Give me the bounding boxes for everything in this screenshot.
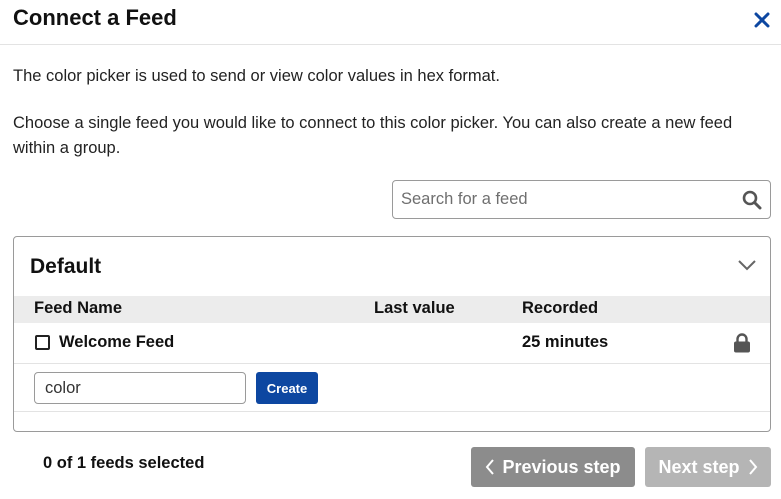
feed-recorded: 25 minutes: [522, 333, 609, 351]
column-last-value: Last value: [374, 299, 455, 317]
dialog-title: Connect a Feed: [13, 5, 177, 30]
search-icon[interactable]: [742, 190, 762, 210]
close-icon: [754, 12, 770, 28]
feed-group-panel: Default Feed Name Last value Recorded We…: [13, 236, 771, 432]
next-step-button[interactable]: Next step: [645, 447, 771, 487]
column-recorded: Recorded: [522, 299, 599, 317]
column-feed-name: Feed Name: [34, 299, 123, 317]
table-header: Feed Name Last value Recorded: [14, 296, 770, 323]
dialog-header: Connect a Feed: [0, 0, 781, 45]
next-step-label: Next step: [658, 456, 740, 477]
feed-checkbox[interactable]: [35, 335, 50, 350]
chevron-down-icon[interactable]: [736, 257, 758, 273]
close-button[interactable]: [748, 6, 776, 34]
new-feed-name-input[interactable]: [34, 372, 246, 404]
description-text: The color picker is used to send or view…: [13, 67, 500, 85]
table-row[interactable]: Welcome Feed 25 minutes: [14, 323, 770, 364]
previous-step-button[interactable]: Previous step: [471, 447, 635, 487]
search-box: [392, 180, 771, 219]
feed-name: Welcome Feed: [59, 333, 175, 351]
create-button[interactable]: Create: [256, 372, 318, 404]
selected-count: 0 of 1 feeds selected: [43, 454, 205, 472]
previous-step-label: Previous step: [502, 456, 621, 477]
group-title: Default: [30, 255, 102, 278]
lock-icon: [734, 333, 750, 353]
create-feed-row: Create: [14, 364, 770, 412]
instruction-text: Choose a single feed you would like to c…: [13, 114, 733, 157]
search-input[interactable]: [393, 181, 733, 218]
chevron-left-icon: [486, 459, 495, 475]
chevron-right-icon: [748, 459, 757, 475]
